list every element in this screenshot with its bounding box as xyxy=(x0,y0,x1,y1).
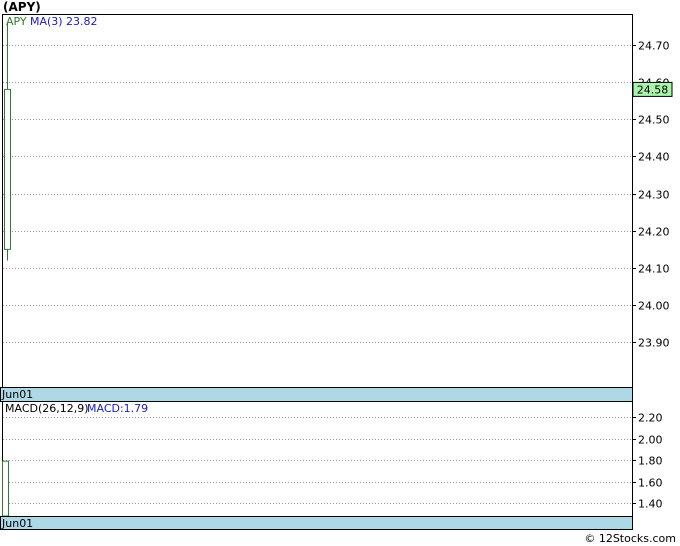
price-legend-symbol: APY xyxy=(6,15,27,28)
candle-body xyxy=(4,88,11,250)
price-tick-label: 24.10 xyxy=(638,263,670,276)
price-tick-label: 24.40 xyxy=(638,151,670,164)
macd-bar xyxy=(2,460,9,517)
macd-tick-label: 1.60 xyxy=(638,477,663,490)
price-legend: APY MA(3) 23.82 xyxy=(6,15,98,28)
macd-y-axis: 2.20 2.00 1.80 1.60 1.40 xyxy=(632,412,663,511)
ma-legend-label: MA(3) xyxy=(30,15,63,28)
chart-root: (APY) 24.7024.6024.5024.4024.3024.2024.1… xyxy=(0,0,676,545)
price-date-band xyxy=(0,387,633,402)
macd-legend-value: MACD:1.79 xyxy=(87,402,148,415)
price-tick-label: 24.50 xyxy=(638,114,670,127)
macd-panel: 2.20 2.00 1.80 1.60 1.40 MACD(26,12,9) MACD:… xyxy=(0,401,663,530)
price-tick-label: 24.00 xyxy=(638,300,670,313)
macd-tick-label: 1.40 xyxy=(638,498,663,511)
price-tick-label: 24.70 xyxy=(638,40,670,53)
macd-legend-label: MACD(26,12,9) xyxy=(5,402,89,415)
macd-bars xyxy=(2,460,9,517)
macd-tick-label: 2.20 xyxy=(638,412,663,425)
ma-legend-value: 23.82 xyxy=(66,15,98,28)
price-panel-frame xyxy=(2,14,633,388)
macd-date-band xyxy=(0,516,633,530)
price-date-label: Jun01 xyxy=(1,388,33,401)
price-panel: 24.7024.6024.5024.4024.3024.2024.1024.00… xyxy=(0,14,673,402)
macd-legend: MACD(26,12,9) MACD:1.79 xyxy=(5,402,148,415)
footer-credit: © 12Stocks.com xyxy=(584,532,676,545)
price-tick-label: 24.30 xyxy=(638,189,670,202)
last-price-marker: 24.58 xyxy=(632,81,673,97)
price-tick-label: 23.90 xyxy=(638,337,670,350)
macd-date-label: Jun01 xyxy=(1,517,33,530)
price-tick-label: 24.20 xyxy=(638,226,670,239)
macd-tick-label: 1.80 xyxy=(638,455,663,468)
last-price-label: 24.58 xyxy=(637,83,669,96)
macd-tick-label: 2.00 xyxy=(638,434,663,447)
macd-panel-frame xyxy=(2,401,633,517)
chart-title: (APY) xyxy=(3,0,41,14)
